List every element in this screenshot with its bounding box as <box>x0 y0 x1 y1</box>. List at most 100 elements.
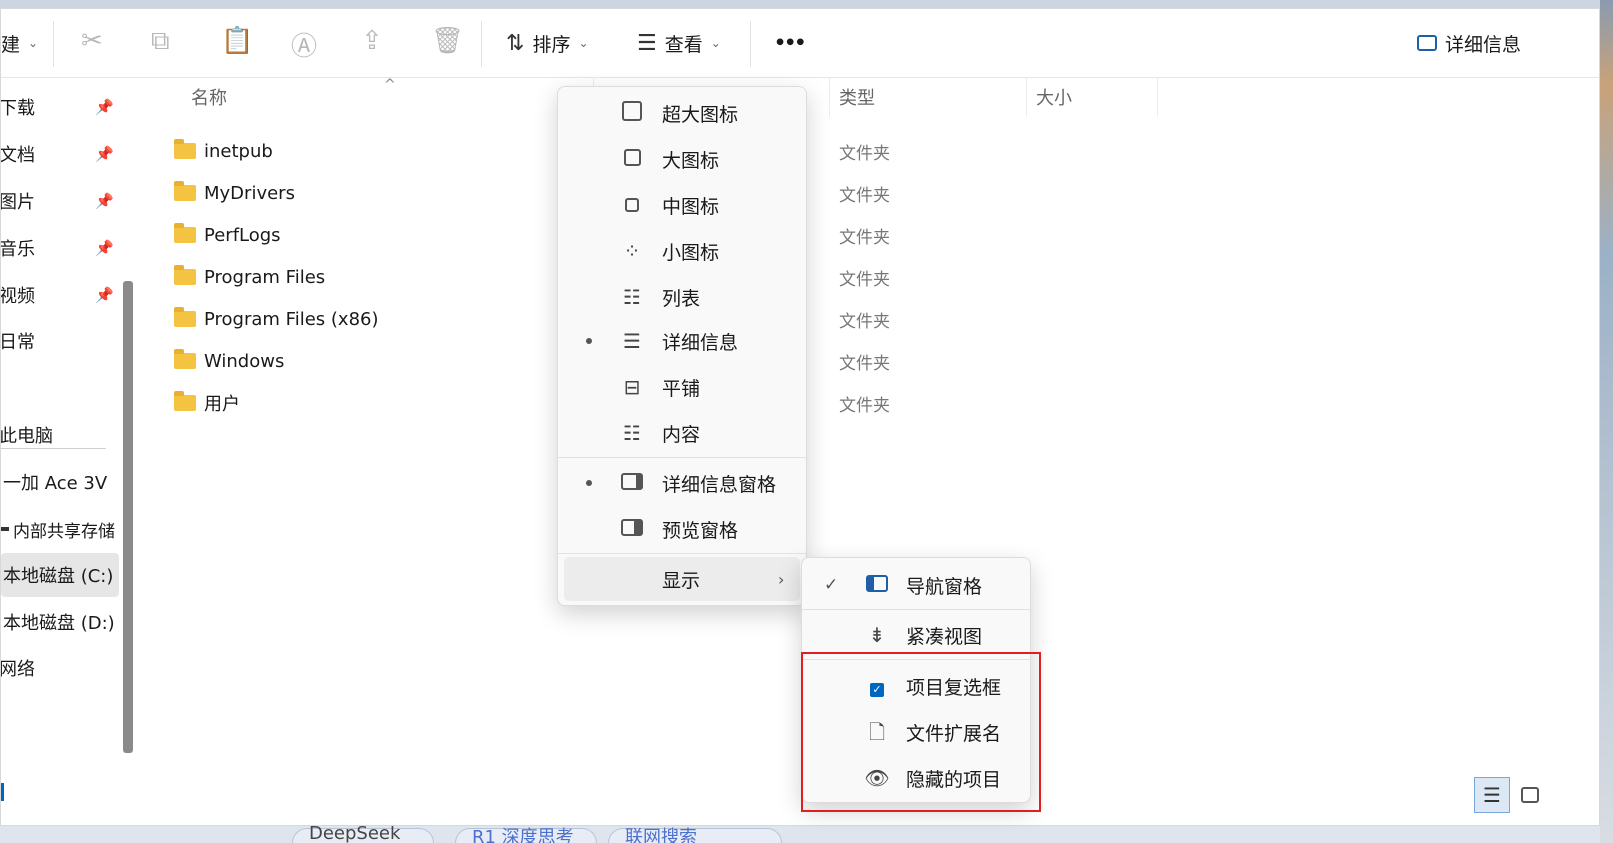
file-type: 文件夹 <box>839 269 890 290</box>
column-header-type-label: 类型 <box>839 88 875 109</box>
sidebar-item-downloads[interactable]: 下载 📌 <box>1 85 119 129</box>
details-pane-icon <box>620 471 644 495</box>
tiles-icon: ⊟ <box>623 375 641 399</box>
sort-button[interactable]: ⇅ 排序 ⌄ <box>506 9 589 77</box>
more-options-button[interactable]: ••• <box>774 9 806 77</box>
menu-item-show[interactable]: 显示 › <box>564 557 800 601</box>
navigation-pane: 下载 📌 文档 📌 图片 📌 音乐 📌 视频 📌 日常 此电脑 一加 Ace 3V 内部共… <box>1 77 123 777</box>
menu-item-label: 内容 <box>662 423 701 446</box>
folder-icon <box>174 349 196 369</box>
sidebar-item-daily[interactable]: 日常 <box>1 319 119 363</box>
sidebar-item-shared-storage[interactable]: 内部共享存储 <box>1 507 119 551</box>
table-row[interactable]: 用户 <box>174 383 240 423</box>
copy-icon[interactable]: ⧉ <box>151 26 170 57</box>
table-row[interactable]: PerfLogs <box>174 215 281 255</box>
table-row[interactable]: Program Files (x86) <box>174 299 379 339</box>
submenu-item-label: 导航窗格 <box>906 575 983 598</box>
rename-icon[interactable]: Ⓐ <box>291 26 317 63</box>
details-pane-button[interactable]: 详细信息 <box>1417 9 1521 77</box>
toolbar-divider <box>481 21 482 67</box>
menu-item-small-icons[interactable]: ⁘ 小图标 <box>558 229 806 273</box>
column-divider <box>1026 77 1027 117</box>
sidebar-item-label: 此电脑 <box>1 426 53 447</box>
sidebar-item-music[interactable]: 音乐 📌 <box>1 226 119 270</box>
cut-icon[interactable]: ✂ <box>81 26 103 56</box>
table-row[interactable]: inetpub <box>174 131 273 171</box>
sidebar-item-label: 音乐 <box>1 239 35 260</box>
pin-icon: 📌 <box>95 145 114 163</box>
delete-icon[interactable]: 🗑 <box>431 26 464 56</box>
menu-item-label: 中图标 <box>662 195 720 218</box>
chevron-down-icon: ⌄ <box>578 36 589 50</box>
file-type: 文件夹 <box>839 143 890 164</box>
sidebar-item-network[interactable]: 网络 <box>1 646 119 690</box>
folder-icon <box>174 181 196 201</box>
deep-think-pill-label: R1 深度思考 <box>472 827 574 843</box>
menu-item-label: 列表 <box>662 287 701 310</box>
compact-view-icon: ⇟ <box>868 623 886 647</box>
menu-item-preview-pane[interactable]: 预览窗格 <box>558 507 806 551</box>
table-row[interactable]: Program Files <box>174 257 325 297</box>
web-search-pill-label: 联网搜索 <box>625 827 697 843</box>
pin-icon: 📌 <box>95 239 114 257</box>
file-type: 文件夹 <box>839 395 890 416</box>
column-header-name[interactable]: 名称 <box>191 77 227 117</box>
background-chat-bar: DeepSeek R1 深度思考 联网搜索 <box>0 826 1600 843</box>
menu-item-large-icons[interactable]: 大图标 <box>558 137 806 181</box>
menu-divider <box>802 609 1030 610</box>
sidebar-item-this-pc[interactable]: 此电脑 <box>1 413 119 457</box>
menu-item-medium-icons[interactable]: 中图标 <box>558 183 806 227</box>
chevron-down-icon: ⌄ <box>28 36 39 50</box>
list-icon: ☷ <box>623 285 641 309</box>
details-icon: ☰ <box>623 329 641 353</box>
sidebar-scrollbar[interactable] <box>123 281 133 753</box>
menu-divider <box>558 457 806 458</box>
menu-item-label: 显示 <box>662 569 701 592</box>
sidebar-item-label: 内部共享存储 <box>13 521 115 542</box>
view-lines-icon: ☰ <box>637 30 657 56</box>
view-button[interactable]: ☰ 查看 ⌄ <box>637 9 721 77</box>
menu-item-tiles[interactable]: ⊟ 平铺 <box>558 365 806 409</box>
toolbar-divider <box>53 21 54 67</box>
sidebar-item-videos[interactable]: 视频 📌 <box>1 273 119 317</box>
menu-item-label: 小图标 <box>662 241 720 264</box>
status-indicator <box>1 783 4 801</box>
red-highlight-box <box>801 652 1041 812</box>
sidebar-item-phone[interactable]: 一加 Ace 3V <box>1 460 119 504</box>
details-view-toggle[interactable]: ☰ <box>1474 777 1510 813</box>
thumbnail-view-toggle[interactable] <box>1512 777 1548 813</box>
file-name: PerfLogs <box>204 224 281 246</box>
menu-item-label: 平铺 <box>662 377 701 400</box>
sidebar-item-label: 文档 <box>1 145 35 166</box>
menu-divider <box>558 553 806 554</box>
column-header-name-label: 名称 <box>191 88 227 109</box>
menu-item-list[interactable]: ☷ 列表 <box>558 275 806 319</box>
menu-item-details[interactable]: ☰ 详细信息 <box>558 319 806 363</box>
sidebar-item-drive-d[interactable]: 本地磁盘 (D:) <box>1 600 119 644</box>
file-type: 文件夹 <box>839 185 890 206</box>
share-icon[interactable]: ⇪ <box>361 26 383 56</box>
content-icon: ☷ <box>623 421 641 445</box>
sidebar-item-pictures[interactable]: 图片 📌 <box>1 179 119 223</box>
menu-item-label: 大图标 <box>662 149 720 172</box>
selected-dot-icon <box>586 338 592 344</box>
sidebar-item-drive-c[interactable]: 本地磁盘 (C:) <box>1 553 119 597</box>
menu-item-extra-large-icons[interactable]: 超大图标 <box>558 91 806 135</box>
column-header-type[interactable]: 类型 <box>839 77 875 117</box>
sidebar-item-documents[interactable]: 文档 📌 <box>1 132 119 176</box>
column-header-size[interactable]: 大小 <box>1036 77 1072 117</box>
table-row[interactable]: Windows <box>174 341 284 381</box>
menu-item-label: 详细信息窗格 <box>662 473 777 496</box>
menu-item-details-pane[interactable]: 详细信息窗格 <box>558 461 806 505</box>
paste-icon[interactable]: 📋 <box>221 26 253 56</box>
submenu-item-navigation-pane[interactable]: ✓ 导航窗格 <box>802 562 1030 608</box>
new-button[interactable]: 建 ⌄ <box>1 9 38 77</box>
sort-caret-icon: ^ <box>384 77 396 93</box>
sidebar-item-label: 图片 <box>1 192 35 213</box>
sidebar-item-label: 本地磁盘 (C:) <box>3 566 114 587</box>
submenu-item-label: 紧凑视图 <box>906 625 983 648</box>
table-row[interactable]: MyDrivers <box>174 173 295 213</box>
menu-item-content[interactable]: ☷ 内容 <box>558 411 806 455</box>
file-type: 文件夹 <box>839 311 890 332</box>
details-pane-icon <box>1417 35 1437 51</box>
